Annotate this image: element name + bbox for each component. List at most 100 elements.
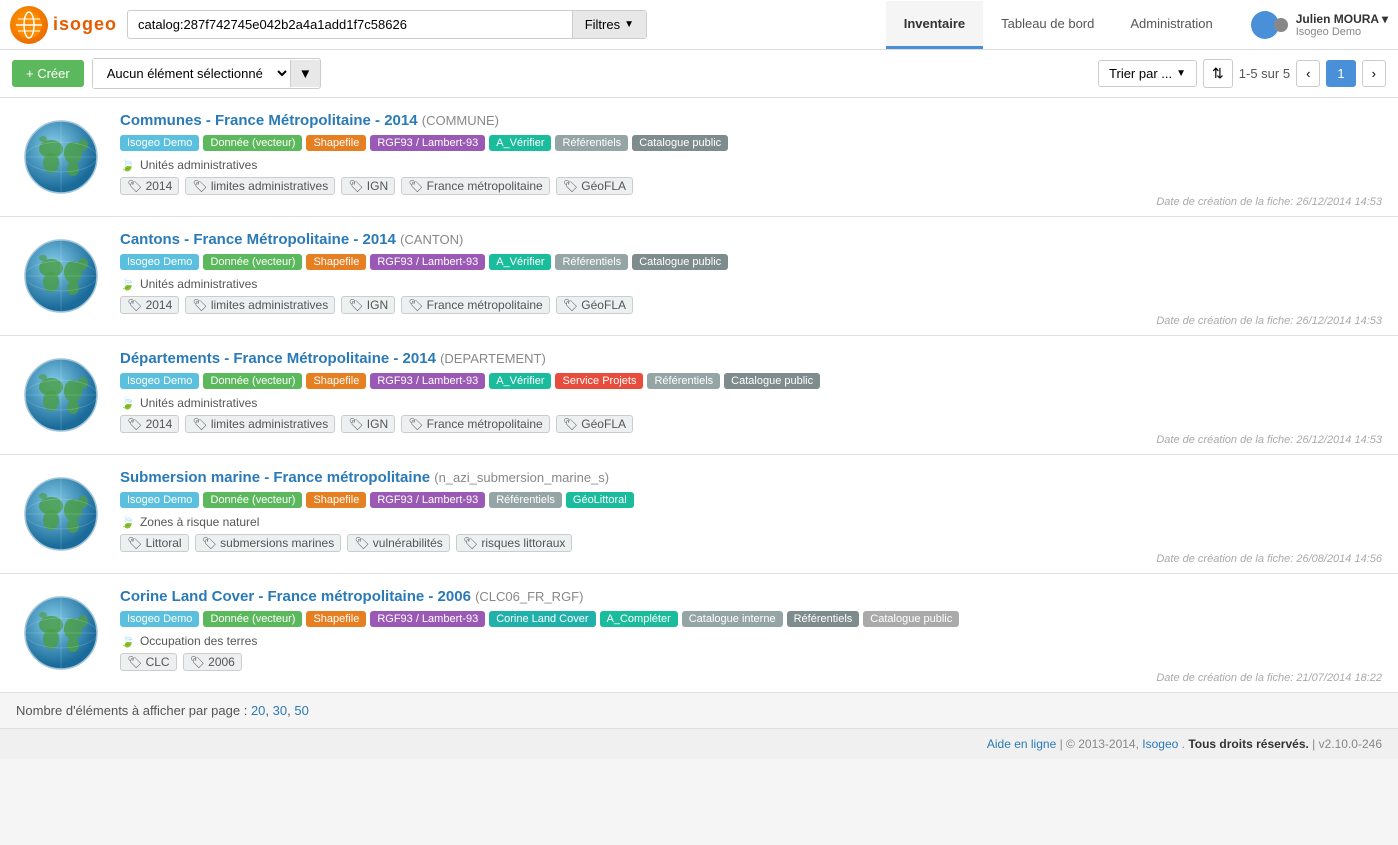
tag: Donnée (vecteur) bbox=[203, 492, 302, 508]
tag: RGF93 / Lambert-93 bbox=[370, 254, 485, 270]
keyword-tag: 🏷 2014 bbox=[120, 177, 179, 195]
tag: Référentiels bbox=[787, 611, 860, 627]
page-prev-button[interactable]: ‹ bbox=[1296, 60, 1320, 87]
chevron-down-icon: ▼ bbox=[624, 19, 634, 30]
keyword-tag: 🏷 IGN bbox=[341, 415, 395, 433]
page-next-button[interactable]: › bbox=[1362, 60, 1386, 87]
tag: A_Vérifier bbox=[489, 373, 551, 389]
tag: Référentiels bbox=[555, 254, 628, 270]
tag: Isogeo Demo bbox=[120, 492, 199, 508]
type-code: (n_azi_submersion_marine_s) bbox=[434, 470, 609, 485]
card-theme: 🍃 Unités administratives bbox=[120, 158, 1382, 172]
tag: Isogeo Demo bbox=[120, 373, 199, 389]
user-name: Julien MOURA ▾ bbox=[1296, 12, 1388, 26]
search-input[interactable] bbox=[128, 11, 572, 38]
keyword-tag: 🏷 France métropolitaine bbox=[401, 415, 550, 433]
tag: RGF93 / Lambert-93 bbox=[370, 373, 485, 389]
keyword-tag: 🏷 GéoFLA bbox=[556, 415, 633, 433]
tag: Corine Land Cover bbox=[489, 611, 595, 627]
items-20-link[interactable]: 20 bbox=[251, 703, 265, 718]
tag: Shapefile bbox=[306, 492, 366, 508]
keyword-tag: 🏷 limites administratives bbox=[185, 296, 335, 314]
search-bar: Filtres ▼ bbox=[127, 10, 647, 39]
keyword-tag: 🏷 IGN bbox=[341, 177, 395, 195]
type-code: (CLC06_FR_RGF) bbox=[475, 589, 583, 604]
sort-button[interactable]: Trier par ... ▼ bbox=[1098, 60, 1197, 87]
card-body: Cantons - France Métropolitaine - 2014 (… bbox=[120, 231, 1382, 314]
tag: Catalogue interne bbox=[682, 611, 783, 627]
user-menu[interactable]: Julien MOURA ▾ Isogeo Demo bbox=[1251, 11, 1388, 39]
help-link[interactable]: Aide en ligne bbox=[987, 737, 1056, 751]
card-theme: 🍃 Unités administratives bbox=[120, 277, 1382, 291]
card-title[interactable]: Submersion marine - France métropolitain… bbox=[120, 469, 1382, 486]
toolbar: + Créer Aucun élément sélectionné ▼ Trie… bbox=[0, 50, 1398, 98]
card-body: Submersion marine - France métropolitain… bbox=[120, 469, 1382, 552]
card-body: Corine Land Cover - France métropolitain… bbox=[120, 588, 1382, 671]
keyword-tag: 🏷 GéoFLA bbox=[556, 296, 633, 314]
logo[interactable]: isogeo bbox=[10, 6, 117, 44]
logo-icon bbox=[10, 6, 48, 44]
create-button[interactable]: + Créer bbox=[12, 60, 84, 87]
tags-list: Isogeo DemoDonnée (vecteur)ShapefileRGF9… bbox=[120, 254, 1382, 270]
card-body: Communes - France Métropolitaine - 2014 … bbox=[120, 112, 1382, 195]
tag: Catalogue public bbox=[724, 373, 820, 389]
keyword-tag: 🏷 2014 bbox=[120, 296, 179, 314]
nav-tab-administration[interactable]: Administration bbox=[1112, 1, 1230, 49]
tag: RGF93 / Lambert-93 bbox=[370, 611, 485, 627]
tag: Shapefile bbox=[306, 135, 366, 151]
nav-tab-inventaire[interactable]: Inventaire bbox=[886, 1, 983, 49]
items-30-link[interactable]: 30 bbox=[273, 703, 287, 718]
selection-dropdown-button[interactable]: ▼ bbox=[290, 60, 320, 87]
leaf-icon: 🍃 bbox=[120, 634, 135, 648]
card-theme: 🍃 Unités administratives bbox=[120, 396, 1382, 410]
type-code: (CANTON) bbox=[400, 232, 463, 247]
nav-tab-tableau[interactable]: Tableau de bord bbox=[983, 1, 1112, 49]
user-info: Julien MOURA ▾ Isogeo Demo bbox=[1296, 12, 1388, 38]
items-per-page: Nombre d'éléments à afficher par page : … bbox=[0, 693, 1398, 728]
card-title[interactable]: Corine Land Cover - France métropolitain… bbox=[120, 588, 1382, 605]
keyword-tag: 🏷 limites administratives bbox=[185, 415, 335, 433]
filter-button[interactable]: Filtres ▼ bbox=[572, 11, 646, 38]
result-card: Submersion marine - France métropolitain… bbox=[0, 455, 1398, 574]
main-nav: Inventaire Tableau de bord Administratio… bbox=[886, 1, 1231, 49]
items-50-link[interactable]: 50 bbox=[294, 703, 308, 718]
keyword-tag: 🏷 vulnérabilités bbox=[347, 534, 450, 552]
type-code: (DEPARTEMENT) bbox=[440, 351, 546, 366]
card-title[interactable]: Communes - France Métropolitaine - 2014 … bbox=[120, 112, 1382, 129]
tag: Shapefile bbox=[306, 373, 366, 389]
card-date: Date de création de la fiche: 26/12/2014… bbox=[1156, 196, 1382, 208]
tag: A_Compléter bbox=[600, 611, 678, 627]
result-card: Corine Land Cover - France métropolitain… bbox=[0, 574, 1398, 693]
tag: Donnée (vecteur) bbox=[203, 254, 302, 270]
user-org: Isogeo Demo bbox=[1296, 26, 1388, 38]
header: isogeo Filtres ▼ Inventaire Tableau de b… bbox=[0, 0, 1398, 50]
card-thumbnail bbox=[16, 350, 106, 440]
card-title[interactable]: Cantons - France Métropolitaine - 2014 (… bbox=[120, 231, 1382, 248]
keyword-tag: 🏷 CLC bbox=[120, 653, 177, 671]
keyword-tag: 🏷 France métropolitaine bbox=[401, 177, 550, 195]
tag: Donnée (vecteur) bbox=[203, 135, 302, 151]
keyword-tag: 🏷 GéoFLA bbox=[556, 177, 633, 195]
card-title[interactable]: Départements - France Métropolitaine - 2… bbox=[120, 350, 1382, 367]
logo-text: isogeo bbox=[53, 14, 117, 35]
sort-direction-button[interactable]: ⇅ bbox=[1203, 59, 1233, 88]
card-date: Date de création de la fiche: 21/07/2014… bbox=[1156, 672, 1382, 684]
tag: Shapefile bbox=[306, 611, 366, 627]
tags-list: Isogeo DemoDonnée (vecteur)ShapefileRGF9… bbox=[120, 135, 1382, 151]
selection-select[interactable]: Aucun élément sélectionné bbox=[93, 59, 290, 88]
selection-group: Aucun élément sélectionné ▼ bbox=[92, 58, 321, 89]
tag: Shapefile bbox=[306, 254, 366, 270]
card-thumbnail bbox=[16, 112, 106, 202]
result-card: Communes - France Métropolitaine - 2014 … bbox=[0, 98, 1398, 217]
tag: Référentiels bbox=[555, 135, 628, 151]
isogeo-link[interactable]: Isogeo bbox=[1142, 737, 1178, 751]
card-keywords: 🏷 2014🏷 limites administratives🏷 IGN🏷 Fr… bbox=[120, 177, 1382, 195]
tag: Référentiels bbox=[647, 373, 720, 389]
page-info: 1-5 sur 5 bbox=[1239, 66, 1290, 81]
tag: RGF93 / Lambert-93 bbox=[370, 135, 485, 151]
tag: Isogeo Demo bbox=[120, 611, 199, 627]
card-theme: 🍃 Zones à risque naturel bbox=[120, 515, 1382, 529]
keyword-tag: 🏷 2014 bbox=[120, 415, 179, 433]
card-thumbnail bbox=[16, 231, 106, 321]
tag: Catalogue public bbox=[863, 611, 959, 627]
